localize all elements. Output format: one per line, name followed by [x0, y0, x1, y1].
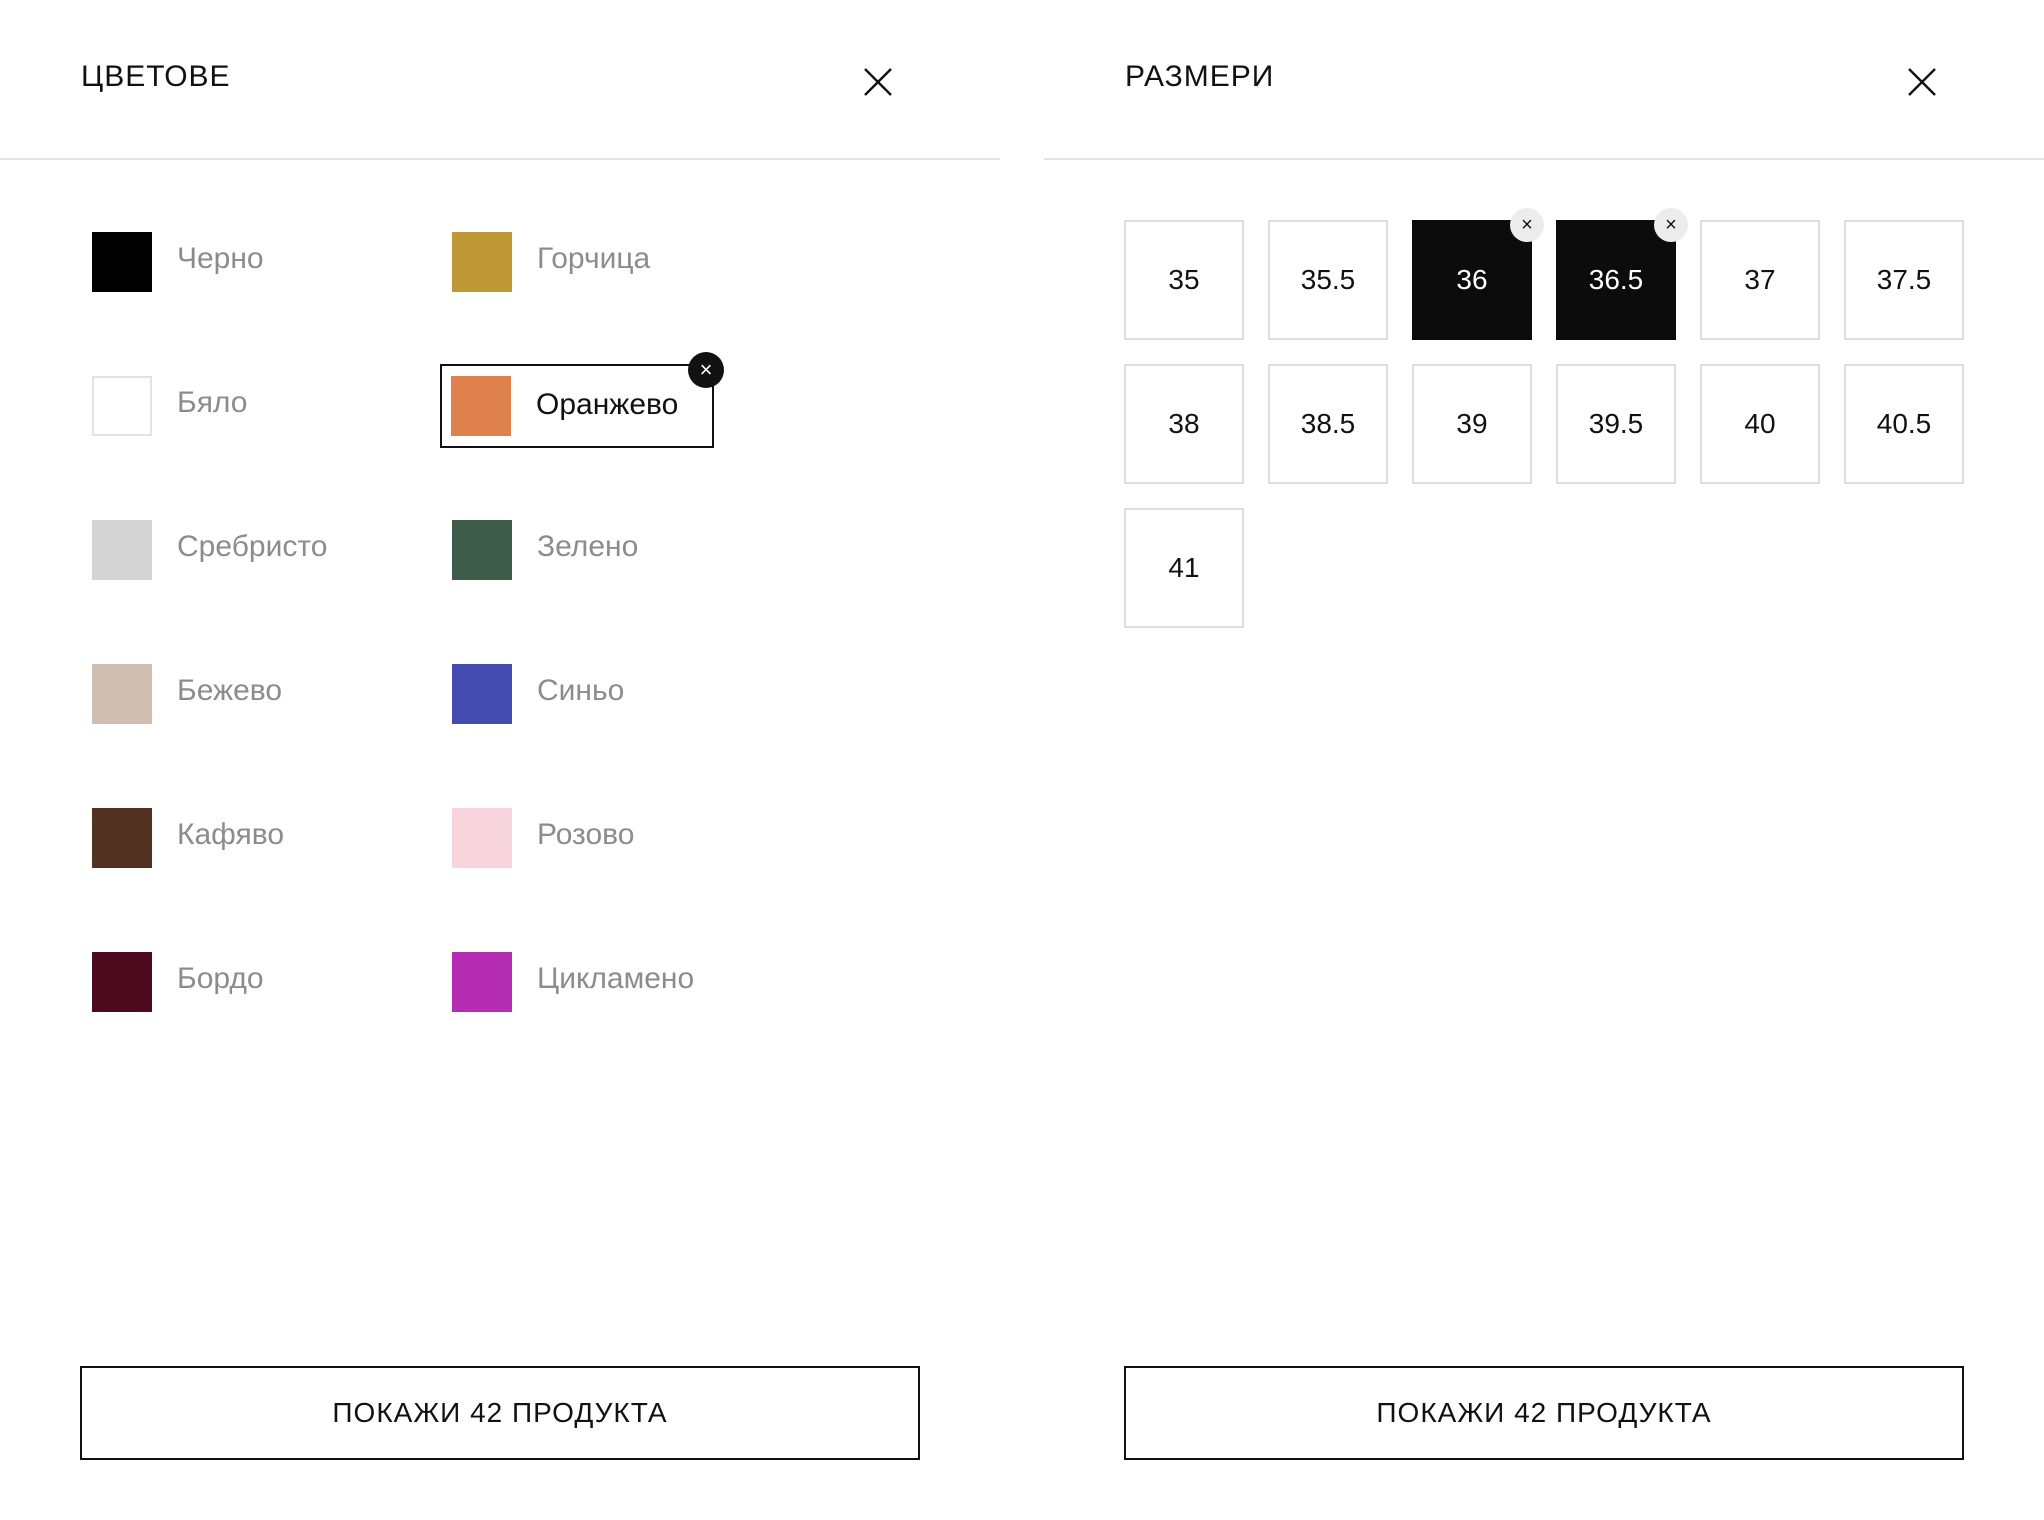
close-colors-button[interactable]: [856, 60, 900, 104]
color-option-beige[interactable]: Бежево: [82, 654, 422, 734]
color-swatch: [452, 520, 512, 580]
size-label: 36.5: [1588, 264, 1644, 295]
size-option-36-5[interactable]: 36.5 ×: [1556, 208, 1688, 340]
color-option-blue[interactable]: Синьо: [442, 654, 782, 734]
size-option-35-5[interactable]: 35.5: [1268, 220, 1388, 340]
color-label: Цикламено: [537, 962, 695, 995]
remove-size-icon[interactable]: ×: [1654, 208, 1688, 242]
color-swatch: [92, 232, 152, 292]
size-option-39[interactable]: 39: [1412, 364, 1532, 484]
color-swatch: [92, 808, 152, 868]
color-option-pink[interactable]: Розово: [442, 798, 782, 878]
color-swatch: [92, 376, 152, 436]
color-swatch: [451, 376, 511, 436]
color-swatch: [92, 520, 152, 580]
color-label: Бяло: [177, 386, 248, 419]
close-icon: [864, 68, 892, 96]
color-label: Горчица: [537, 242, 651, 275]
size-option-40[interactable]: 40: [1700, 364, 1820, 484]
size-option-40-5[interactable]: 40.5: [1844, 364, 1964, 484]
color-label: Кафяво: [177, 818, 285, 851]
sizes-filter-panel: РАЗМЕРИ 35 35.5 36 × 36.5 × 37 37.5 38 3…: [1044, 0, 2044, 1520]
color-swatch: [92, 664, 152, 724]
color-option-mustard[interactable]: Горчица: [442, 222, 782, 302]
size-option-36[interactable]: 36 ×: [1412, 208, 1544, 340]
colors-filter-panel: ЦВЕТОВЕ Черно Горчица Бяло Оранжево × Ср…: [0, 0, 1000, 1520]
size-option-39-5[interactable]: 39.5: [1556, 364, 1676, 484]
size-option-37[interactable]: 37: [1700, 220, 1820, 340]
show-products-button[interactable]: ПОКАЖИ 42 ПРОДУКТА: [80, 1366, 920, 1460]
color-option-black[interactable]: Черно: [82, 222, 422, 302]
colors-panel-header: ЦВЕТОВЕ: [0, 0, 1000, 160]
color-option-green[interactable]: Зелено: [442, 510, 782, 590]
color-label: Оранжево: [536, 388, 679, 421]
color-label: Сребристо: [177, 530, 328, 563]
show-products-button[interactable]: ПОКАЖИ 42 ПРОДУКТА: [1124, 1366, 1964, 1460]
remove-color-icon[interactable]: ×: [688, 352, 724, 388]
color-option-orange[interactable]: Оранжево ×: [440, 352, 724, 448]
size-option-37-5[interactable]: 37.5: [1844, 220, 1964, 340]
color-option-cyclamen[interactable]: Цикламено: [442, 942, 782, 1022]
size-label: 36: [1456, 264, 1488, 295]
color-option-brown[interactable]: Кафяво: [82, 798, 422, 878]
remove-size-icon[interactable]: ×: [1510, 208, 1544, 242]
sizes-panel-header: РАЗМЕРИ: [1044, 0, 2044, 160]
color-option-silver[interactable]: Сребристо: [82, 510, 422, 590]
size-option-41[interactable]: 41: [1124, 508, 1244, 628]
size-option-38[interactable]: 38: [1124, 364, 1244, 484]
close-icon: [1908, 68, 1936, 96]
color-label: Черно: [177, 242, 264, 275]
color-swatch: [452, 232, 512, 292]
color-label: Зелено: [537, 530, 639, 563]
size-option-38-5[interactable]: 38.5: [1268, 364, 1388, 484]
color-label: Розово: [537, 818, 635, 851]
colors-panel-title: ЦВЕТОВЕ: [81, 60, 231, 93]
color-option-bordeaux[interactable]: Бордо: [82, 942, 422, 1022]
color-label: Бежево: [177, 674, 283, 707]
color-swatch: [92, 952, 152, 1012]
color-label: Бордо: [177, 962, 264, 995]
close-sizes-button[interactable]: [1900, 60, 1944, 104]
color-label: Синьо: [537, 674, 625, 707]
size-option-35[interactable]: 35: [1124, 220, 1244, 340]
color-swatch: [452, 808, 512, 868]
color-swatch: [452, 664, 512, 724]
color-option-white[interactable]: Бяло: [82, 366, 422, 446]
sizes-panel-title: РАЗМЕРИ: [1125, 60, 1275, 93]
color-swatch: [452, 952, 512, 1012]
